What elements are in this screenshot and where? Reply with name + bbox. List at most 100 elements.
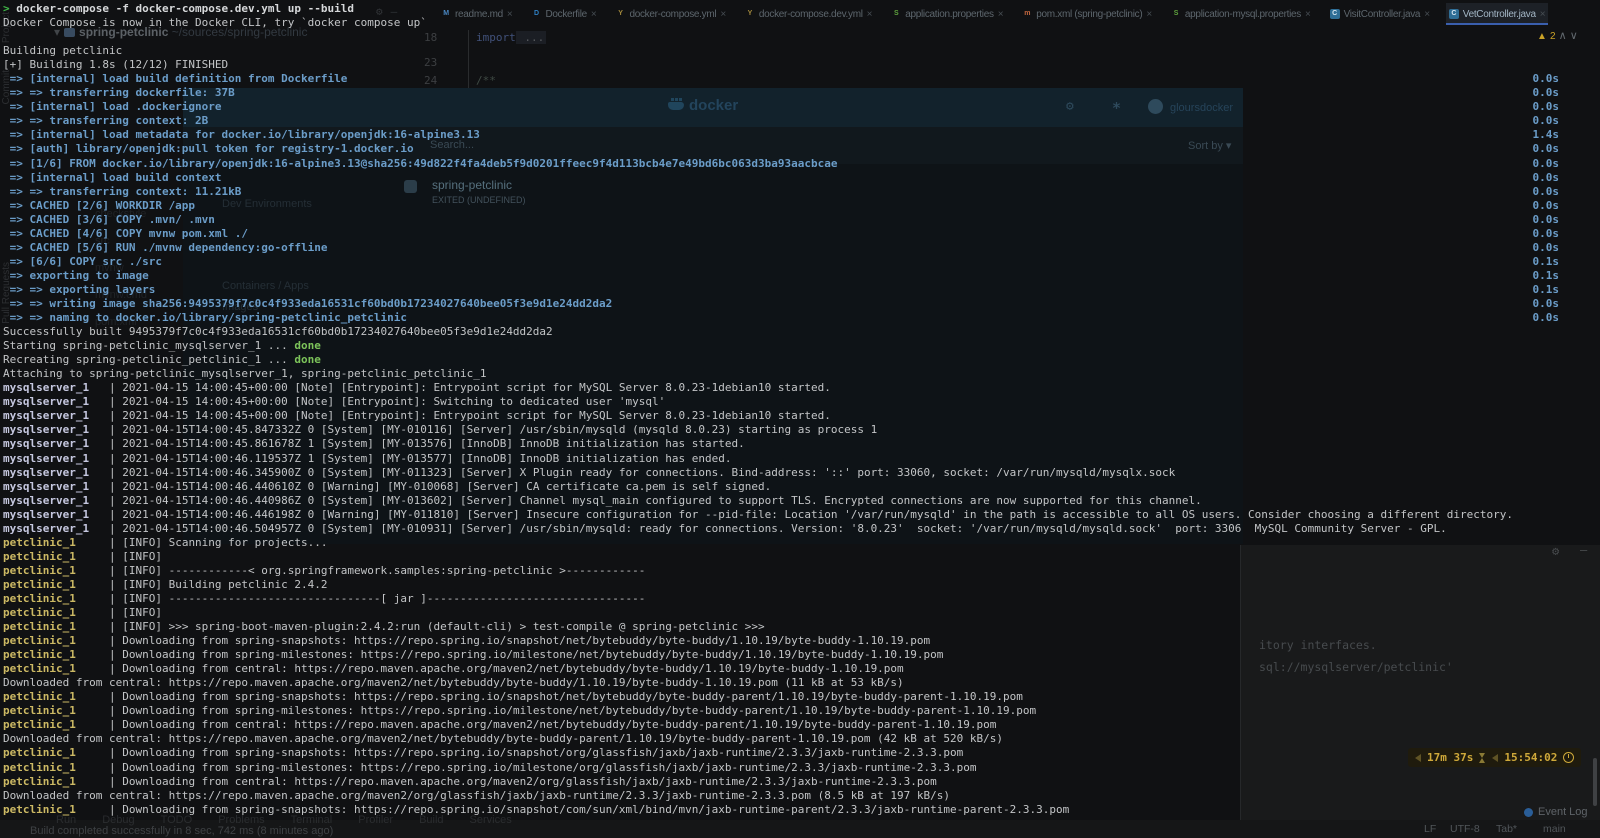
terminal-line: petclinic_1 | [INFO] ------------< org.s… bbox=[3, 564, 1600, 578]
terminal-line: petclinic_1 | Downloading from spring-mi… bbox=[3, 648, 1600, 662]
terminal-text: | 2021-04-15T14:00:45.861678Z 1 [System]… bbox=[108, 437, 745, 451]
terminal-text: => [internal] load build context bbox=[3, 170, 222, 184]
terminal-text: => CACHED [3/6] COPY .mvn/ .mvn bbox=[3, 212, 215, 226]
terminal-text: | Downloading from spring-snapshots: htt… bbox=[108, 746, 964, 760]
triangle-left-icon bbox=[1415, 753, 1421, 762]
terminal-text: Recreating spring-petclinic_petclinic_1 … bbox=[3, 353, 295, 367]
build-step-duration: 0.0s bbox=[1532, 184, 1560, 198]
terminal-text: Attaching to spring-petclinic_mysqlserve… bbox=[3, 367, 487, 381]
terminal-text: | 2021-04-15 14:00:45+00:00 [Note] [Entr… bbox=[108, 381, 831, 395]
terminal-text: | [INFO] Scanning for projects... bbox=[108, 535, 328, 549]
build-step-duration: 0.0s bbox=[1532, 100, 1560, 114]
terminal-line: petclinic_1 | Downloading from spring-sn… bbox=[3, 746, 1600, 760]
terminal-line: petclinic_1 | Downloading from central: … bbox=[3, 775, 1600, 789]
terminal-text: petclinic_1 bbox=[3, 606, 109, 620]
terminal-line: Docker Compose is now in the Docker CLI,… bbox=[3, 16, 1600, 30]
terminal-line: mysqlserver_1 | 2021-04-15 14:00:45+00:0… bbox=[3, 395, 1600, 409]
terminal-text: => => transferring context: 11.21kB bbox=[3, 184, 242, 198]
terminal-line: mysqlserver_1 | 2021-04-15T14:00:46.5049… bbox=[3, 522, 1600, 536]
terminal-text: petclinic_1 bbox=[3, 746, 109, 760]
terminal-line: petclinic_1 | [INFO] -------------------… bbox=[3, 592, 1600, 606]
terminal-line: petclinic_1 | [INFO] >>> spring-boot-mav… bbox=[3, 620, 1600, 634]
terminal-text: => [internal] load metadata for docker.i… bbox=[3, 128, 480, 142]
terminal-text: | 2021-04-15 14:00:45+00:00 [Note] [Entr… bbox=[108, 395, 666, 409]
terminal-text: [+] Building 1.8s (12/12) FINISHED bbox=[3, 58, 229, 72]
terminal-text: petclinic_1 bbox=[3, 591, 109, 605]
hourglass-icon bbox=[1479, 752, 1486, 763]
screen: Mreadme.md × D Dockerfile × Ydocker-compose.y… bbox=[0, 0, 1600, 838]
terminal-text: petclinic_1 bbox=[3, 704, 109, 718]
triangle-left-icon bbox=[1492, 753, 1499, 762]
terminal-line: petclinic_1 | Downloading from central: … bbox=[3, 662, 1600, 676]
terminal-line: [+] Building 1.8s (12/12) FINISHED bbox=[3, 58, 1600, 72]
terminal-text: | Downloading from spring-snapshots: htt… bbox=[108, 690, 1023, 704]
terminal-line: petclinic_1 | [INFO] Building petclinic … bbox=[3, 578, 1600, 592]
build-step-duration: 0.0s bbox=[1532, 86, 1560, 100]
terminal-text: | [INFO] Building petclinic 2.4.2 bbox=[108, 577, 328, 591]
build-step-duration: 0.0s bbox=[1532, 198, 1560, 212]
terminal-text: petclinic_1 bbox=[3, 760, 109, 774]
terminal-text: | [INFO] ------------< org.springframewo… bbox=[108, 563, 646, 577]
build-step-duration: 0.0s bbox=[1532, 72, 1560, 86]
terminal-line: mysqlserver_1 | 2021-04-15T14:00:46.1195… bbox=[3, 452, 1600, 466]
terminal-line: Starting spring-petclinic_mysqlserver_1 … bbox=[3, 339, 1600, 353]
build-step-duration: 0.0s bbox=[1532, 114, 1560, 128]
build-step-duration: 0.0s bbox=[1532, 311, 1560, 325]
terminal-text: | Downloading from spring-milestones: ht… bbox=[108, 648, 944, 662]
clock-time: 15:54:02 bbox=[1504, 751, 1558, 764]
terminal-text: Starting spring-petclinic_mysqlserver_1 … bbox=[3, 339, 295, 353]
terminal-text: mysqlserver_1 bbox=[3, 479, 109, 493]
terminal-text: | Downloading from spring-milestones: ht… bbox=[108, 704, 1037, 718]
terminal-text: => => exporting layers bbox=[3, 282, 156, 296]
terminal-text: Building petclinic bbox=[3, 44, 123, 58]
terminal-output[interactable]: > docker-compose -f docker-compose.dev.y… bbox=[0, 0, 1600, 838]
build-step-duration: 0.0s bbox=[1532, 156, 1560, 170]
terminal-line: petclinic_1 | Downloading from spring-mi… bbox=[3, 761, 1600, 775]
terminal-text: mysqlserver_1 bbox=[3, 409, 109, 423]
terminal-line: mysqlserver_1 | 2021-04-15T14:00:45.8616… bbox=[3, 437, 1600, 451]
build-step-duration: 1.4s bbox=[1532, 128, 1560, 142]
build-step-duration: 0.1s bbox=[1532, 254, 1560, 268]
terminal-text: petclinic_1 bbox=[3, 802, 109, 816]
terminal-line: Downloaded from central: https://repo.ma… bbox=[3, 789, 1600, 803]
terminal-text: petclinic_1 bbox=[3, 577, 109, 591]
terminal-line: petclinic_1 | [INFO] bbox=[3, 550, 1600, 564]
terminal-text: | Downloading from central: https://repo… bbox=[108, 662, 904, 676]
terminal-line: petclinic_1 | Downloading from central: … bbox=[3, 718, 1600, 732]
terminal-text: | Downloading from central: https://repo… bbox=[108, 718, 997, 732]
terminal-text: | [INFO] -------------------------------… bbox=[108, 591, 646, 605]
terminal-line: => => naming to docker.io/library/spring… bbox=[3, 311, 1600, 325]
terminal-text: => [6/6] COPY src ./src bbox=[3, 254, 162, 268]
terminal-line: mysqlserver_1 | 2021-04-15T14:00:46.4461… bbox=[3, 508, 1600, 522]
terminal-line: Attaching to spring-petclinic_mysqlserve… bbox=[3, 367, 1600, 381]
terminal-text: petclinic_1 bbox=[3, 634, 109, 648]
terminal-line: petclinic_1 | [INFO] bbox=[3, 606, 1600, 620]
terminal-line: > docker-compose -f docker-compose.dev.y… bbox=[3, 2, 1600, 16]
terminal-line: => => exporting layers 0.1s bbox=[3, 283, 1600, 297]
build-step-duration: 0.1s bbox=[1532, 268, 1560, 282]
terminal-line: Downloaded from central: https://repo.ma… bbox=[3, 732, 1600, 746]
terminal-line: Recreating spring-petclinic_petclinic_1 … bbox=[3, 353, 1600, 367]
terminal-text: mysqlserver_1 bbox=[3, 451, 109, 465]
terminal-line: => CACHED [3/6] COPY .mvn/ .mvn 0.0s bbox=[3, 213, 1600, 227]
terminal-text: mysqlserver_1 bbox=[3, 437, 109, 451]
terminal-line: mysqlserver_1 | 2021-04-15T14:00:46.3459… bbox=[3, 466, 1600, 480]
terminal-text: => [internal] load .dockerignore bbox=[3, 100, 222, 114]
terminal-line: mysqlserver_1 | 2021-04-15 14:00:45+00:0… bbox=[3, 409, 1600, 423]
terminal-text: => => writing image sha256:9495379f7c0c4… bbox=[3, 296, 613, 310]
terminal-text: Downloaded from central: https://repo.ma… bbox=[3, 732, 1004, 746]
build-step-duration: 0.0s bbox=[1532, 240, 1560, 254]
terminal-text: petclinic_1 bbox=[3, 690, 109, 704]
terminal-text: => [auth] library/openjdk:pull token for… bbox=[3, 142, 414, 156]
terminal-text: | Downloading from spring-milestones: ht… bbox=[108, 760, 977, 774]
terminal-line: => [auth] library/openjdk:pull token for… bbox=[3, 142, 1600, 156]
terminal-line: => [internal] load build context 0.0s bbox=[3, 171, 1600, 185]
terminal-text: petclinic_1 bbox=[3, 774, 109, 788]
terminal-text: => [internal] load build definition from… bbox=[3, 72, 348, 86]
build-step-duration: 0.0s bbox=[1532, 170, 1560, 184]
terminal-text: mysqlserver_1 bbox=[3, 493, 109, 507]
terminal-line: mysqlserver_1 | 2021-04-15 14:00:45+00:0… bbox=[3, 381, 1600, 395]
terminal-line: => CACHED [2/6] WORKDIR /app 0.0s bbox=[3, 199, 1600, 213]
recording-timer-badge: 17m 37s 15:54:02 bbox=[1408, 748, 1582, 767]
